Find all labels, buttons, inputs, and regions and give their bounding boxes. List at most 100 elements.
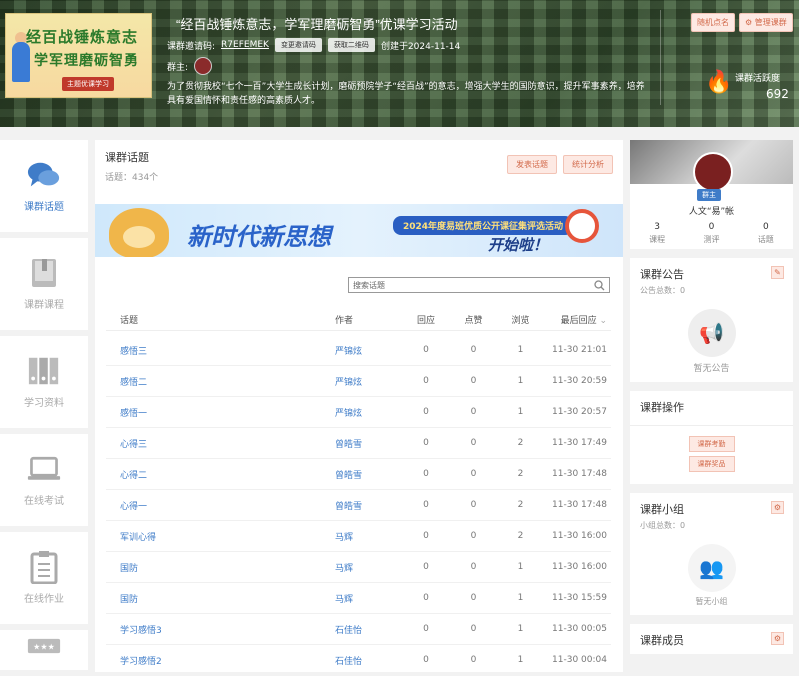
- author-link[interactable]: 马辉: [335, 530, 402, 543]
- prizes-button[interactable]: 课群奖品: [688, 456, 735, 472]
- invite-code[interactable]: R7EFEMEK: [221, 40, 269, 50]
- reply-count: 0: [423, 624, 429, 634]
- author-link[interactable]: 曾皓雪: [335, 437, 402, 450]
- table-row[interactable]: 学习感悟2 石佳怡 0 0 1 11-30 00:04: [106, 645, 611, 672]
- view-count: 1: [517, 407, 524, 417]
- reply-count: 0: [423, 407, 429, 417]
- sidebar-item-courses[interactable]: 课群课程: [0, 238, 88, 330]
- author-link[interactable]: 石佳怡: [335, 654, 402, 667]
- author-link[interactable]: 曾皓雪: [335, 499, 402, 512]
- topic-link[interactable]: 学习感悟2: [106, 654, 335, 667]
- course-title: “经百战锤炼意志，学军理磨砺智勇”优课学习活动: [176, 17, 458, 32]
- table-row[interactable]: 军训心得 马辉 0 0 2 11-30 16:00: [106, 521, 611, 552]
- last-reply-time: 11-30 21:01: [552, 345, 607, 355]
- search-icon[interactable]: [594, 279, 605, 291]
- topic-link[interactable]: 感悟三: [106, 344, 335, 357]
- banner-ribbon: 2024年度易班优质公开课征集评选活动: [393, 216, 574, 235]
- sidebar-item-homework[interactable]: 在线作业: [0, 532, 88, 624]
- last-reply-time: 11-30 17:49: [552, 438, 607, 448]
- cover-figure: [12, 42, 30, 82]
- statistics-button[interactable]: 统计分析: [563, 155, 613, 174]
- random-call-button[interactable]: 随机点名: [691, 13, 735, 32]
- owner-avatar[interactable]: [194, 57, 213, 75]
- table-row[interactable]: 心得二 曾皓雪 0 0 2 11-30 17:48: [106, 459, 611, 490]
- topic-link[interactable]: 感悟二: [106, 375, 335, 388]
- promo-banner[interactable]: 新时代新思想 2024年度易班优质公开课征集评选活动 开始啦！: [95, 204, 623, 257]
- like-count: 0: [470, 655, 477, 665]
- sidebar-item-more[interactable]: ★★★: [0, 630, 88, 670]
- table-row[interactable]: 国防 马辉 0 0 1 11-30 16:00: [106, 552, 611, 583]
- change-invite-code-button[interactable]: 变更邀请码: [274, 38, 322, 52]
- reply-count: 0: [423, 376, 429, 386]
- get-qr-code-button[interactable]: 获取二维码: [327, 38, 375, 52]
- search-placeholder: 搜索话题: [353, 280, 385, 290]
- attendance-button[interactable]: 课群考勤: [688, 436, 735, 452]
- author-link[interactable]: 马辉: [335, 561, 402, 574]
- owner-name[interactable]: 人文“易”帐: [630, 204, 793, 217]
- edit-icon[interactable]: ✎: [771, 266, 784, 279]
- avatar[interactable]: [693, 152, 733, 192]
- author-link[interactable]: 严锦炫: [335, 406, 402, 419]
- topic-link[interactable]: 心得三: [106, 437, 335, 450]
- last-reply-time: 11-30 17:48: [552, 500, 607, 510]
- sidebar-item-topics[interactable]: 课群话题: [0, 140, 88, 232]
- topic-link[interactable]: 国防: [106, 592, 335, 605]
- course-header: 经百战锤炼意志 学军理磨砺智勇 主题优课学习 “经百战锤炼意志，学军理磨砺智勇”…: [0, 0, 799, 127]
- gear-icon[interactable]: ⚙: [771, 632, 784, 645]
- author-link[interactable]: 曾皓雪: [335, 468, 402, 481]
- topic-link[interactable]: 学习感悟3: [106, 623, 335, 636]
- table-row[interactable]: 心得三 曾皓雪 0 0 2 11-30 17:49: [106, 428, 611, 459]
- manage-course-button[interactable]: ⚙ 管理课群: [739, 13, 793, 32]
- header-actions: 随机点名 ⚙ 管理课群: [691, 13, 793, 32]
- like-count: 0: [470, 562, 477, 572]
- stat-topics[interactable]: 0 话题: [739, 222, 793, 245]
- col-topic: 话题: [120, 316, 139, 326]
- stat-courses[interactable]: 3 课程: [630, 222, 684, 245]
- reply-count: 0: [423, 655, 429, 665]
- table-row[interactable]: 感悟三 严锦炫 0 0 1 11-30 21:01: [106, 335, 611, 366]
- author-link[interactable]: 马辉: [335, 592, 402, 605]
- author-link[interactable]: 严锦炫: [335, 375, 402, 388]
- view-count: 1: [517, 376, 524, 386]
- topic-link[interactable]: 感悟一: [106, 406, 335, 419]
- book-icon: [27, 258, 61, 288]
- post-topic-button[interactable]: 发表话题: [507, 155, 557, 174]
- groups-title: 课群小组: [640, 503, 684, 516]
- course-cover-image: 经百战锤炼意志 学军理磨砺智勇 主题优课学习: [5, 13, 152, 98]
- course-description: 为了贯彻我校“七个一百”大学生成长计划，磨砺预院学子“经百战”的意志，增强大学生…: [167, 82, 645, 106]
- author-link[interactable]: 严锦炫: [335, 344, 402, 357]
- banner-headline: 新时代新思想: [187, 225, 331, 251]
- table-row[interactable]: 学习感悟3 石佳怡 0 0 1 11-30 00:05: [106, 614, 611, 645]
- search-input[interactable]: 搜索话题: [348, 277, 610, 293]
- header-divider: [660, 10, 661, 105]
- topic-link[interactable]: 军训心得: [106, 530, 335, 543]
- gear-icon[interactable]: ⚙: [771, 501, 784, 514]
- sidebar-item-materials[interactable]: 学习资料: [0, 336, 88, 428]
- groups-panel: 课群小组 ⚙ 小组总数：0 👥 暂无小组: [630, 493, 793, 615]
- clipboard-icon: [27, 550, 61, 584]
- owner-profile-card: 群主 人文“易”帐 3 课程 0 测评 0 话题: [630, 140, 793, 249]
- col-last-reply[interactable]: 最后回应 ⌄: [544, 313, 611, 326]
- megaphone-icon: 📢: [687, 309, 736, 357]
- sidebar-item-exams[interactable]: 在线考试: [0, 434, 88, 526]
- table-row[interactable]: 感悟一 严锦炫 0 0 1 11-30 20:57: [106, 397, 611, 428]
- view-count: 2: [517, 500, 524, 510]
- last-reply-time: 11-30 17:48: [552, 469, 607, 479]
- like-count: 0: [470, 407, 477, 417]
- like-count: 0: [470, 624, 477, 634]
- topic-link[interactable]: 心得二: [106, 468, 335, 481]
- table-row[interactable]: 感悟二 严锦炫 0 0 1 11-30 20:59: [106, 366, 611, 397]
- like-count: 0: [470, 438, 477, 448]
- members-title: 课群成员: [640, 634, 684, 647]
- stat-evaluations[interactable]: 0 测评: [684, 222, 738, 245]
- members-panel: 课群成员 ⚙: [630, 624, 793, 654]
- notice-count: 公告总数：0: [640, 286, 686, 295]
- topic-link[interactable]: 国防: [106, 561, 335, 574]
- author-link[interactable]: 石佳怡: [335, 623, 402, 636]
- reply-count: 0: [423, 531, 429, 541]
- table-row[interactable]: 心得一 曾皓雪 0 0 2 11-30 17:48: [106, 490, 611, 521]
- last-reply-time: 11-30 00:04: [552, 655, 607, 665]
- laptop-icon: [27, 454, 61, 484]
- table-row[interactable]: 国防 马辉 0 0 1 11-30 15:59: [106, 583, 611, 614]
- topic-link[interactable]: 心得一: [106, 499, 335, 512]
